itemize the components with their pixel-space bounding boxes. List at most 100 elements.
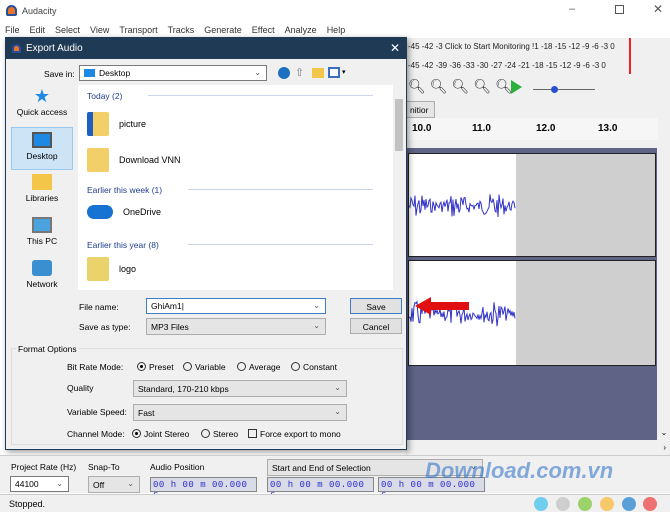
audio-position-label: Audio Position [150, 462, 205, 472]
list-item[interactable]: OneDrive [87, 205, 161, 219]
place-quick-access[interactable]: ★ Quick access [11, 84, 73, 127]
horizontal-scrollbar[interactable]: › [405, 443, 670, 455]
menu-select[interactable]: Select [55, 25, 80, 35]
back-icon[interactable] [278, 67, 290, 79]
star-icon: ★ [33, 86, 51, 106]
audacity-logo-icon [12, 44, 21, 53]
up-folder-icon[interactable]: ⇧ [295, 66, 304, 79]
save-button[interactable]: Save [350, 298, 402, 314]
place-network[interactable]: Network [11, 256, 73, 299]
menu-file[interactable]: File [5, 25, 20, 35]
group-header-today[interactable]: Today (2) [87, 91, 122, 101]
list-item[interactable]: picture [87, 112, 146, 136]
new-folder-icon[interactable] [312, 68, 324, 78]
menu-help[interactable]: Help [327, 25, 346, 35]
waveform-line [409, 194, 516, 218]
save-in-label: Save in: [44, 69, 75, 79]
ruler-tick: 11.0 [472, 123, 491, 134]
menu-analyze[interactable]: Analyze [285, 25, 317, 35]
save-in-combo[interactable]: Desktop ⌄ [79, 65, 267, 81]
variable-speed-label: Variable Speed: [67, 407, 127, 417]
radio-average[interactable]: Average [237, 362, 281, 372]
app-title: Audacity [22, 6, 57, 16]
snap-to-label: Snap-To [88, 462, 120, 472]
watermark-logo: Download.com.vn [425, 458, 614, 483]
vertical-scrollbar[interactable]: ⌄ [658, 148, 670, 440]
view-menu-dropdown[interactable]: ▾ [342, 68, 346, 76]
file-list-scrollbar[interactable] [393, 85, 405, 290]
decor-dot [600, 497, 614, 511]
format-options-label: Format Options [16, 344, 79, 354]
ruler-tick: 10.0 [412, 123, 432, 134]
variable-speed-select[interactable]: Fast ⌄ [133, 404, 347, 421]
file-name-label: File name: [79, 302, 119, 312]
timeline-ruler[interactable]: 10.0 11.0 12.0 13.0 [408, 118, 658, 140]
radio-joint-stereo[interactable]: Joint Stereo [132, 429, 189, 439]
title-bar: Audacity – ✕ [0, 0, 670, 22]
radio-constant[interactable]: Constant [291, 362, 337, 372]
folder-icon [87, 112, 109, 136]
place-this-pc[interactable]: This PC [11, 213, 73, 256]
export-audio-dialog: Export Audio ✕ Save in: Desktop ⌄ ⇧ ▾ ★ Qu… [5, 37, 407, 450]
ruler-tick: 12.0 [536, 123, 556, 134]
menu-edit[interactable]: Edit [30, 25, 46, 35]
audio-position-field[interactable]: 00 h 00 m 00.000 s [150, 477, 257, 500]
play-at-speed-icon[interactable] [511, 80, 522, 94]
project-rate-combo[interactable]: 44100 ⌄ [10, 476, 69, 492]
desktop-icon [32, 132, 52, 148]
force-mono-checkbox[interactable]: Force export to mono [248, 429, 341, 439]
place-desktop[interactable]: Desktop [11, 127, 73, 170]
decor-dot [578, 497, 592, 511]
radio-preset[interactable]: Preset [137, 362, 174, 372]
folder-icon [87, 257, 109, 281]
place-libraries[interactable]: Libraries [11, 170, 73, 213]
desktop-icon [84, 69, 95, 77]
selection-toolbar: Project Rate (Hz) 44100 ⌄ Snap-To Off ⌄ Au… [0, 455, 670, 500]
selection-start-field[interactable]: 00 h 00 m 00.000 s [267, 477, 374, 500]
close-button[interactable]: ✕ [653, 2, 663, 16]
view-menu-icon[interactable] [328, 67, 340, 78]
speed-slider[interactable] [533, 86, 595, 93]
decor-dot [643, 497, 657, 511]
channel-mode-label: Channel Mode: [67, 429, 125, 439]
onedrive-icon [87, 205, 113, 219]
dialog-title-bar: Export Audio ✕ [6, 38, 406, 59]
radio-variable[interactable]: Variable [183, 362, 226, 372]
network-icon [32, 260, 52, 276]
audacity-logo-icon [6, 5, 17, 16]
quality-label: Quality [67, 383, 94, 393]
menu-transport[interactable]: Transport [119, 25, 157, 35]
zoom-tools[interactable]: 🔍︎🔍︎🔍︎🔍︎🔍︎ [408, 78, 517, 95]
libraries-icon [32, 174, 52, 190]
folder-user-icon [87, 148, 109, 172]
group-header-week[interactable]: Earlier this week (1) [87, 185, 162, 195]
minimize-button[interactable]: – [569, 3, 575, 15]
menu-effect[interactable]: Effect [252, 25, 275, 35]
radio-stereo[interactable]: Stereo [201, 429, 238, 439]
project-rate-label: Project Rate (Hz) [11, 462, 77, 472]
group-header-year[interactable]: Earlier this year (8) [87, 240, 159, 250]
file-list[interactable]: Today (2) picture Download VNN Earlier t… [78, 85, 405, 290]
snap-to-combo[interactable]: Off ⌄ [88, 476, 140, 493]
meter-peak [629, 38, 631, 74]
file-name-input[interactable]: GhiAm1| ⌄ [146, 298, 326, 314]
audio-track-left[interactable] [408, 153, 656, 257]
bit-rate-label: Bit Rate Mode: [67, 362, 124, 372]
save-as-type-select[interactable]: MP3 Files ⌄ [146, 318, 326, 335]
cancel-button[interactable]: Cancel [350, 318, 402, 334]
list-item[interactable]: Download VNN [87, 148, 181, 172]
decor-dot [622, 497, 636, 511]
list-item[interactable]: logo [87, 257, 136, 281]
dialog-title: Export Audio [26, 43, 83, 54]
menu-view[interactable]: View [90, 25, 109, 35]
record-meter[interactable]: -45 -42 -3 Click to Start Monitoring !1 … [408, 38, 640, 55]
playback-meter[interactable]: -45 -42 -39 -36 -33 -30 -27 -24 -21 -18 … [408, 57, 640, 74]
maximize-button[interactable] [615, 5, 624, 14]
quality-select[interactable]: Standard, 170-210 kbps ⌄ [133, 380, 347, 397]
dialog-close-button[interactable]: ✕ [390, 41, 400, 55]
menu-generate[interactable]: Generate [204, 25, 242, 35]
menu-tracks[interactable]: Tracks [168, 25, 195, 35]
status-text: Stopped. [9, 499, 46, 509]
ruler-tick: 13.0 [598, 123, 618, 134]
device-combo[interactable]: nitior [405, 101, 435, 118]
